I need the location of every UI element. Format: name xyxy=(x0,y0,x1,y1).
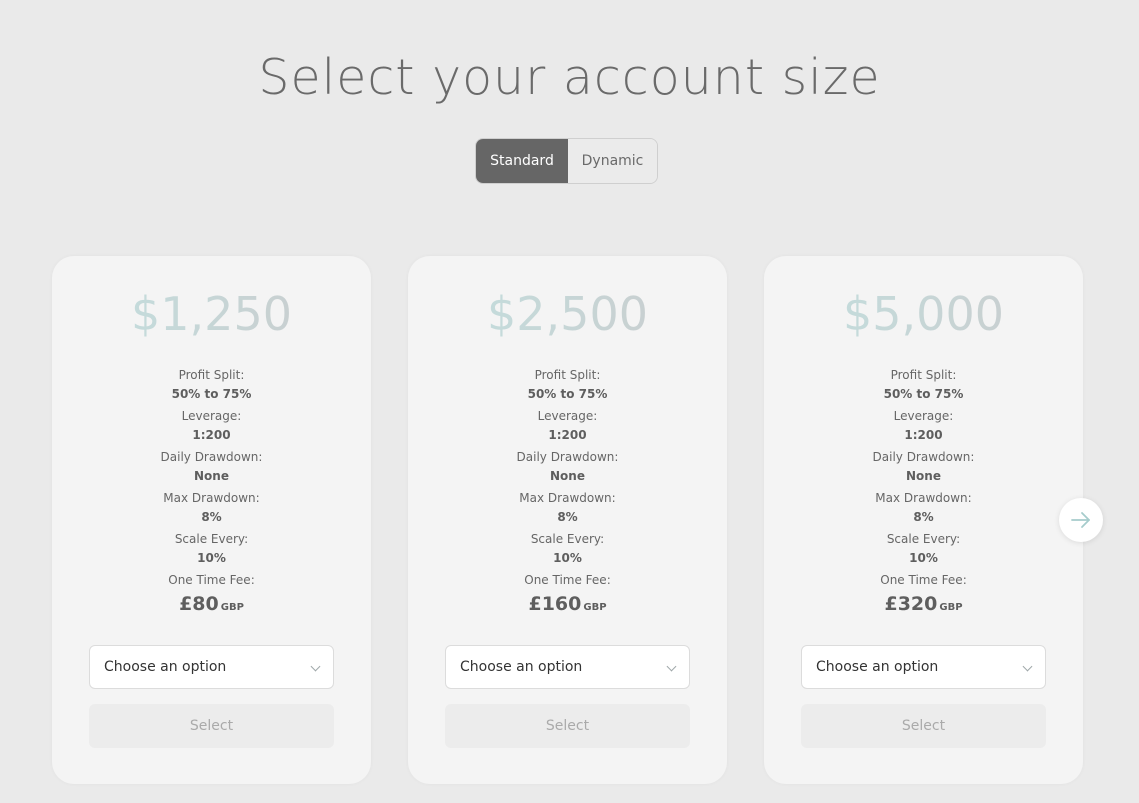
spec-label: Leverage: xyxy=(537,409,598,423)
account-price: $1,250 xyxy=(52,284,371,344)
account-card: $5,000 Profit Split: 50% to 75% Leverage… xyxy=(764,256,1083,784)
account-price: $5,000 xyxy=(764,284,1083,344)
spec-list: Profit Split: 50% to 75% Leverage: 1:200… xyxy=(52,366,371,622)
fee-amount: £160 xyxy=(528,593,582,615)
fee-value: £80 GBP xyxy=(52,590,371,622)
spec-label: Leverage: xyxy=(893,409,954,423)
select-button[interactable]: Select xyxy=(801,704,1046,748)
account-card: $2,500 Profit Split: 50% to 75% Leverage… xyxy=(408,256,727,784)
fee-label: One Time Fee: xyxy=(168,573,255,587)
select-button[interactable]: Select xyxy=(89,704,334,748)
chevron-down-icon xyxy=(1022,661,1033,672)
account-card: $1,250 Profit Split: 50% to 75% Leverage… xyxy=(52,256,371,784)
spec-label: Daily Drawdown: xyxy=(516,450,619,464)
spec-label: Profit Split: xyxy=(890,368,957,382)
spec-label: Daily Drawdown: xyxy=(160,450,263,464)
toggle-dynamic[interactable]: Dynamic xyxy=(568,139,657,183)
spec-label: Profit Split: xyxy=(534,368,601,382)
fee-label: One Time Fee: xyxy=(880,573,967,587)
option-dropdown[interactable]: Choose an option xyxy=(801,645,1046,689)
fee-amount: £320 xyxy=(884,593,938,615)
option-dropdown[interactable]: Choose an option xyxy=(89,645,334,689)
spec-value: 50% to 75% xyxy=(527,387,608,401)
spec-value: 1:200 xyxy=(904,428,943,442)
fee-label: One Time Fee: xyxy=(524,573,611,587)
dropdown-placeholder: Choose an option xyxy=(104,659,227,675)
spec-value: 8% xyxy=(201,510,222,524)
spec-value: None xyxy=(906,469,941,483)
spec-label: Profit Split: xyxy=(178,368,245,382)
spec-value: 8% xyxy=(913,510,934,524)
spec-value: 1:200 xyxy=(548,428,587,442)
spec-label: Max Drawdown: xyxy=(519,491,616,505)
spec-label: Max Drawdown: xyxy=(163,491,260,505)
select-button[interactable]: Select xyxy=(445,704,690,748)
spec-label: Leverage: xyxy=(181,409,242,423)
spec-value: 10% xyxy=(553,551,582,565)
fee-value: £160 GBP xyxy=(408,590,727,622)
spec-label: Scale Every: xyxy=(174,532,249,546)
spec-label: Scale Every: xyxy=(530,532,605,546)
carousel-next-button[interactable] xyxy=(1059,498,1103,542)
spec-label: Daily Drawdown: xyxy=(872,450,975,464)
spec-value: 10% xyxy=(909,551,938,565)
page-title: Select your account size xyxy=(258,49,881,106)
spec-value: None xyxy=(194,469,229,483)
spec-label: Max Drawdown: xyxy=(875,491,972,505)
spec-value: 1:200 xyxy=(192,428,231,442)
spec-list: Profit Split: 50% to 75% Leverage: 1:200… xyxy=(408,366,727,622)
spec-value: None xyxy=(550,469,585,483)
fee-value: £320 GBP xyxy=(764,590,1083,622)
option-dropdown[interactable]: Choose an option xyxy=(445,645,690,689)
dropdown-placeholder: Choose an option xyxy=(460,659,583,675)
spec-value: 50% to 75% xyxy=(883,387,964,401)
spec-label: Scale Every: xyxy=(886,532,961,546)
chevron-down-icon xyxy=(666,661,677,672)
fee-amount: £80 xyxy=(179,593,219,615)
spec-list: Profit Split: 50% to 75% Leverage: 1:200… xyxy=(764,366,1083,622)
account-type-toggle: Standard Dynamic xyxy=(475,138,658,184)
chevron-down-icon xyxy=(310,661,321,672)
spec-value: 50% to 75% xyxy=(171,387,252,401)
arrow-right-icon xyxy=(1071,512,1090,528)
account-price: $2,500 xyxy=(408,284,727,344)
toggle-standard[interactable]: Standard xyxy=(476,139,568,183)
spec-value: 10% xyxy=(197,551,226,565)
page: Select your account size Standard Dynami… xyxy=(0,0,1139,803)
fee-currency: GBP xyxy=(220,602,244,613)
fee-currency: GBP xyxy=(939,602,963,613)
spec-value: 8% xyxy=(557,510,578,524)
dropdown-placeholder: Choose an option xyxy=(816,659,939,675)
fee-currency: GBP xyxy=(583,602,607,613)
